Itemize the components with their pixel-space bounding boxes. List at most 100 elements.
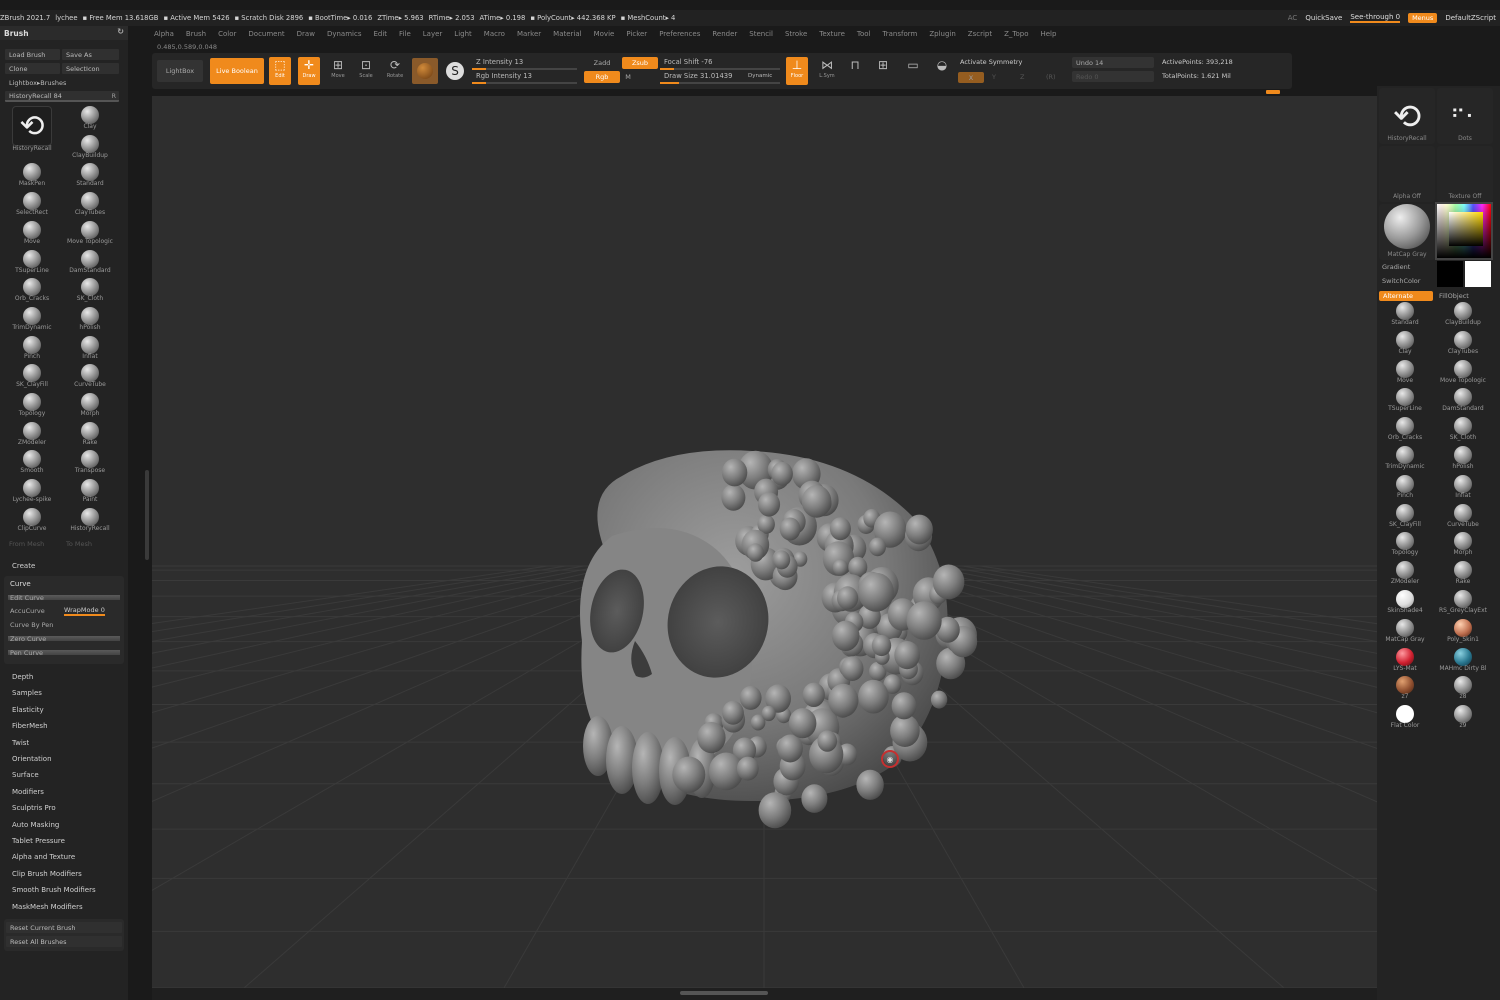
shelf-sk-clayfill[interactable]: SK_ClayFill <box>1377 503 1433 533</box>
shelf-rs-greyclayext[interactable]: RS_GreyClayExt <box>1435 590 1491 619</box>
select-icon-button[interactable]: SelectIcon <box>62 63 119 74</box>
menu-item-dynamics[interactable]: Dynamics <box>327 30 362 38</box>
section-tablet-pressure[interactable]: Tablet Pressure <box>12 837 65 845</box>
brush-zmodeler[interactable]: ZModeler <box>4 421 60 451</box>
document-canvas[interactable]: ◉ <box>152 96 1377 988</box>
menu-item-stroke[interactable]: Stroke <box>785 30 807 38</box>
curve-by-pen-button[interactable]: Curve By Pen <box>8 619 120 630</box>
curve-header[interactable]: Curve <box>8 578 120 589</box>
shelf-standard[interactable]: Standard <box>1377 302 1433 331</box>
accucurve-button[interactable]: AccuCurve WrapMode 0 <box>8 605 120 616</box>
create-section[interactable]: Create <box>12 562 35 570</box>
menu-item-stencil[interactable]: Stencil <box>749 30 773 38</box>
menu-item-macro[interactable]: Macro <box>484 30 505 38</box>
lock-button[interactable]: ⊓ <box>844 57 866 85</box>
sym-z-button[interactable]: Z <box>1020 73 1024 81</box>
ac-button[interactable]: AC <box>1288 14 1298 22</box>
menu-item-transform[interactable]: Transform <box>883 30 918 38</box>
edit-button[interactable]: ⬚ Edit <box>269 57 291 85</box>
brush-orb-cracks[interactable]: Orb_Cracks <box>4 278 60 307</box>
see-through-slider[interactable]: See-through 0 <box>1350 13 1401 23</box>
menu-item-marker[interactable]: Marker <box>517 30 541 38</box>
alternate-button[interactable]: Alternate <box>1379 291 1433 301</box>
material-matcap-gray[interactable]: MatCap Gray <box>1379 204 1435 260</box>
brush-curvetube[interactable]: CurveTube <box>62 364 118 393</box>
shelf-zmodeler[interactable]: ZModeler <box>1377 561 1433 590</box>
menu-item-movie[interactable]: Movie <box>594 30 615 38</box>
brush-move-topologic[interactable]: Move Topologic <box>62 220 118 250</box>
menu-item-help[interactable]: Help <box>1040 30 1056 38</box>
reset-all-brushes-button[interactable]: Reset All Brushes <box>6 936 122 947</box>
shelf-curvetube[interactable]: CurveTube <box>1435 503 1491 533</box>
brush-move[interactable]: Move <box>4 220 60 250</box>
menu-item-edit[interactable]: Edit <box>373 30 387 38</box>
z-intensity-slider[interactable]: Z Intensity 13 <box>472 57 577 70</box>
live-boolean-button[interactable]: Live Boolean <box>210 58 264 84</box>
menu-item-zplugin[interactable]: Zplugin <box>929 30 955 38</box>
scale-button[interactable]: ⊡ Scale <box>355 57 377 85</box>
rotate-button[interactable]: ⟳ Rotate <box>384 57 406 85</box>
fill-object-button[interactable]: FillObject <box>1439 292 1469 300</box>
color-picker-square[interactable] <box>1449 212 1483 246</box>
m-button[interactable]: M <box>622 71 634 83</box>
brush-rake[interactable]: Rake <box>62 421 118 451</box>
brush-morph[interactable]: Morph <box>62 393 118 422</box>
texture-off[interactable]: Texture Off <box>1437 146 1493 202</box>
section-alpha-and-texture[interactable]: Alpha and Texture <box>12 853 75 861</box>
menu-item-preferences[interactable]: Preferences <box>659 30 700 38</box>
reset-current-brush-button[interactable]: Reset Current Brush <box>6 922 122 933</box>
undo-button[interactable]: Undo 14 <box>1072 57 1154 68</box>
shelf-damstandard[interactable]: DamStandard <box>1435 388 1491 417</box>
switch-color-button[interactable]: SwitchColor <box>1382 277 1420 285</box>
draw-button[interactable]: ✛ Draw <box>298 57 320 85</box>
brush-sk-cloth[interactable]: SK_Cloth <box>62 278 118 307</box>
shelf-lys-mat[interactable]: LYS-Mat <box>1377 647 1433 677</box>
shelf-trimdynamic[interactable]: TrimDynamic <box>1377 446 1433 475</box>
edit-curve[interactable]: Edit Curve <box>8 592 120 603</box>
wrapmode-slider[interactable]: WrapMode 0 <box>64 606 105 616</box>
shelf-pinch[interactable]: Pinch <box>1377 474 1433 504</box>
local-symmetry-button[interactable]: ⋈ L.Sym <box>816 57 838 85</box>
menu-item-light[interactable]: Light <box>454 30 471 38</box>
shelf-orb-cracks[interactable]: Orb_Cracks <box>1377 417 1433 446</box>
bottom-shelf-handle[interactable] <box>680 991 768 995</box>
section-auto-masking[interactable]: Auto Masking <box>12 821 59 829</box>
zero-curve[interactable]: Zero Curve <box>8 633 120 644</box>
sym-radial-button[interactable]: (R) <box>1046 73 1056 81</box>
shelf-rake[interactable]: Rake <box>1435 561 1491 590</box>
history-r-button[interactable]: R <box>111 92 116 100</box>
brush-standard[interactable]: Standard <box>62 163 118 192</box>
redo-button[interactable]: Redo 0 <box>1072 71 1154 82</box>
menu-item-texture[interactable]: Texture <box>819 30 845 38</box>
shelf-flat-color[interactable]: Flat Color <box>1377 705 1433 734</box>
left-panel-scrollbar[interactable] <box>145 470 149 560</box>
brush-claytubes[interactable]: ClayTubes <box>62 192 118 221</box>
right-history-recall[interactable]: ⟲ HistoryRecall <box>1379 88 1435 144</box>
menu-item-document[interactable]: Document <box>248 30 284 38</box>
section-maskmesh-modifiers[interactable]: MaskMesh Modifiers <box>12 903 83 911</box>
brush-lychee-spike[interactable]: Lychee-spike <box>4 479 60 508</box>
section-samples[interactable]: Samples <box>12 689 42 697</box>
material-swatch[interactable] <box>412 58 438 84</box>
section-sculptris-pro[interactable]: Sculptris Pro <box>12 804 56 812</box>
menu-item-render[interactable]: Render <box>712 30 737 38</box>
menus-button[interactable]: Menus <box>1408 13 1438 23</box>
menu-item-layer[interactable]: Layer <box>423 30 443 38</box>
menu-item-picker[interactable]: Picker <box>626 30 647 38</box>
brush-selectrect[interactable]: SelectRect <box>4 192 60 221</box>
primary-color-swatch[interactable] <box>1465 261 1491 287</box>
shelf-tsuperline[interactable]: TSuperLine <box>1377 388 1433 417</box>
rgb-intensity-slider[interactable]: Rgb Intensity 13 <box>472 71 577 84</box>
brush-sk-clayfill[interactable]: SK_ClayFill <box>4 364 60 393</box>
from-mesh-button[interactable]: From Mesh <box>5 538 60 549</box>
clone-button[interactable]: Clone <box>5 63 60 74</box>
menu-item-material[interactable]: Material <box>553 30 581 38</box>
sym-x-button[interactable]: X <box>958 72 984 83</box>
brush-pinch[interactable]: Pinch <box>4 335 60 365</box>
move-button[interactable]: ⊞ Move <box>327 57 349 85</box>
section-fibermesh[interactable]: FiberMesh <box>12 722 48 730</box>
brush-topology[interactable]: Topology <box>4 393 60 422</box>
shelf-z8[interactable]: z8 <box>1435 676 1491 705</box>
shelf-matcap-gray[interactable]: MatCap Gray <box>1377 618 1433 648</box>
shelf-sk-cloth[interactable]: SK_Cloth <box>1435 417 1491 446</box>
